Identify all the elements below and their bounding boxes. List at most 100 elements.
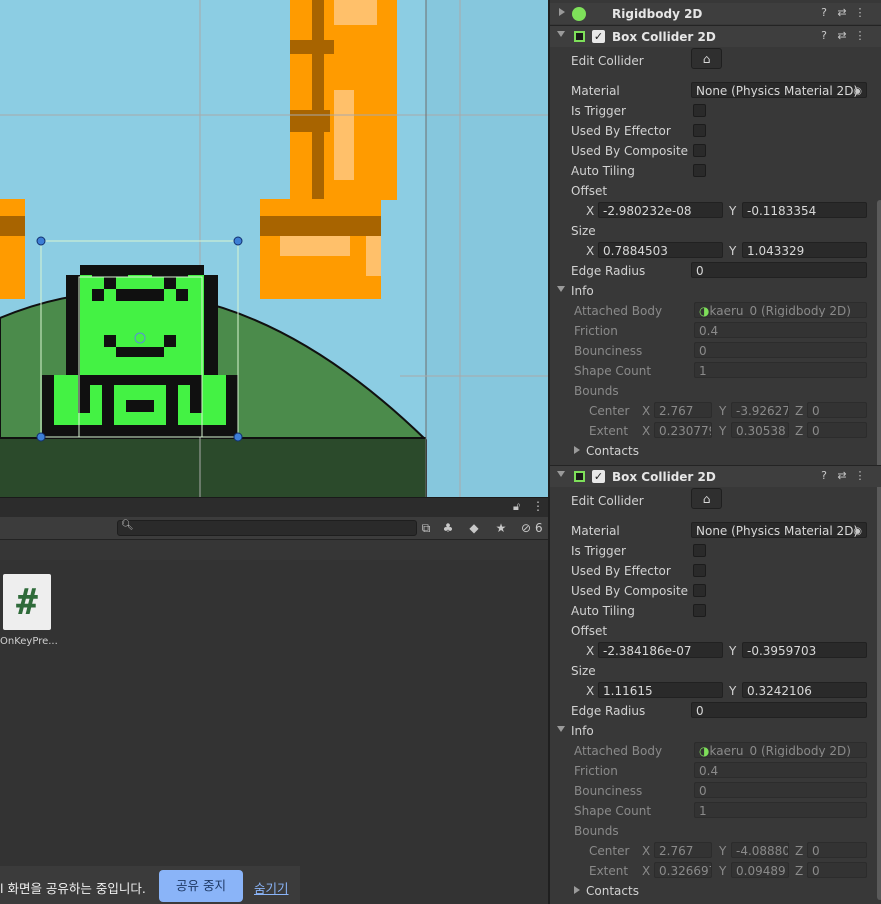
contacts-label[interactable]: Contacts <box>586 444 639 458</box>
used-by-effector-label: Used By Effector <box>571 124 671 138</box>
contacts-foldout-icon[interactable] <box>574 446 580 454</box>
used-by-effector-label: Used By Effector <box>571 564 671 578</box>
offset-y-field[interactable]: -0.3959703 <box>742 642 867 658</box>
presets-icon[interactable]: ⇄ <box>835 29 849 42</box>
is-trigger-label: Is Trigger <box>571 104 626 118</box>
bounds-label: Bounds <box>574 824 619 838</box>
hidden-packages-icon[interactable]: ⊘ <box>518 520 534 536</box>
extent-row: Extent X 0.230779 Y 0.30538 Z0 <box>550 421 881 441</box>
info-foldout-icon[interactable] <box>557 286 565 292</box>
is-trigger-checkbox[interactable] <box>693 104 706 117</box>
edge-radius-field[interactable]: 0 <box>691 702 867 718</box>
kebab-menu-icon[interactable]: ⋮ <box>853 469 867 482</box>
scene-search-icon[interactable]: ⧉ <box>418 520 434 536</box>
stop-sharing-button[interactable]: 공유 중지 <box>159 870 243 902</box>
size-x-field[interactable]: 1.11615 <box>598 682 723 698</box>
used-by-effector-checkbox[interactable] <box>693 124 706 137</box>
is-trigger-checkbox[interactable] <box>693 544 706 557</box>
foldout-expanded-icon[interactable] <box>557 471 565 477</box>
presets-icon[interactable]: ⇄ <box>835 469 849 482</box>
object-picker-icon[interactable]: ◉ <box>853 84 862 97</box>
search-icon: 🔍︎ <box>121 520 134 531</box>
size-label: Size <box>571 224 596 238</box>
axis-x-label: X <box>586 684 595 698</box>
used-by-composite-checkbox[interactable] <box>693 584 706 597</box>
auto-tiling-row: Auto Tiling <box>550 601 881 621</box>
edit-collider-label: Edit Collider <box>571 494 644 508</box>
help-icon[interactable]: ? <box>817 6 831 19</box>
auto-tiling-checkbox[interactable] <box>693 604 706 617</box>
foldout-collapsed-icon[interactable] <box>559 8 565 16</box>
info-label[interactable]: Info <box>571 284 594 298</box>
axis-x-label: X <box>642 844 651 858</box>
search-input[interactable]: 🔍︎ <box>117 520 417 536</box>
enabled-checkbox[interactable]: ✓ <box>592 30 605 43</box>
material-label: Material <box>571 524 620 538</box>
size-y-field[interactable]: 0.3242106 <box>742 682 867 698</box>
contacts-foldout-icon[interactable] <box>574 886 580 894</box>
axis-y-label: Y <box>719 864 727 878</box>
offset-row: X -2.980232e-08 Y -0.1183354 <box>550 201 881 221</box>
edit-collider-button[interactable]: ⌂ <box>691 48 722 69</box>
used-by-composite-checkbox[interactable] <box>693 144 706 157</box>
rigidbody-2d-header[interactable]: Rigidbody 2D ? ⇄ ⋮ <box>550 3 881 24</box>
box-collider-2d-header[interactable]: ✓ Box Collider 2D ? ⇄ ⋮ <box>550 465 881 487</box>
contacts-label[interactable]: Contacts <box>586 884 639 898</box>
extent-x-field: 0.230779 <box>654 422 712 438</box>
hide-link[interactable]: 숨기기 <box>254 878 289 897</box>
offset-y-field[interactable]: -0.1183354 <box>742 202 867 218</box>
center-y-field: -3.92627 <box>731 402 789 418</box>
kebab-menu-icon[interactable]: ⋮ <box>853 6 867 19</box>
material-field[interactable]: None (Physics Material 2D) ◉ <box>691 522 867 538</box>
info-label[interactable]: Info <box>571 724 594 738</box>
kebab-menu-icon[interactable]: ⋮ <box>853 29 867 42</box>
kebab-menu-icon[interactable]: ⋮ <box>532 499 544 513</box>
label-filter-icon[interactable]: ◆ <box>466 520 482 536</box>
pipe-block-left <box>0 199 25 299</box>
size-label: Size <box>571 664 596 678</box>
enabled-checkbox[interactable]: ✓ <box>592 470 605 483</box>
extent-label: Extent <box>589 864 629 878</box>
presets-icon[interactable]: ⇄ <box>835 6 849 19</box>
rigidbody-icon: ◑ <box>699 304 710 318</box>
edge-radius-field[interactable]: 0 <box>691 262 867 278</box>
edit-collider-button[interactable]: ⌂ <box>691 488 722 509</box>
extent-label: Extent <box>589 424 629 438</box>
material-field[interactable]: None (Physics Material 2D) ◉ <box>691 82 867 98</box>
attached-body-row: Attached Body ◑kaeru_0 (Rigidbody 2D) <box>550 741 881 761</box>
offset-x-field[interactable]: -2.980232e-08 <box>598 202 723 218</box>
info-row: Info <box>550 281 881 301</box>
frog-sprite <box>42 265 238 437</box>
asset-label[interactable]: OnKeyPre... <box>0 636 60 647</box>
extent-row: Extent X 0.326697 Y 0.09489 Z0 <box>550 861 881 881</box>
offset-x-field[interactable]: -2.384186e-07 <box>598 642 723 658</box>
csharp-script-icon[interactable]: # <box>3 574 51 630</box>
bounciness-label: Bounciness <box>574 784 643 798</box>
filter-type-icon[interactable]: ♣ <box>440 520 456 536</box>
info-foldout-icon[interactable] <box>557 726 565 732</box>
favorite-star-icon[interactable]: ★ <box>493 520 509 536</box>
auto-tiling-label: Auto Tiling <box>571 164 635 178</box>
share-message: l 화면을 공유하는 중입니다. <box>0 881 146 896</box>
axis-x-label: X <box>586 644 595 658</box>
lock-icon[interactable]: 🔓︎ <box>513 500 520 514</box>
size-row: X 1.11615 Y 0.3242106 <box>550 681 881 701</box>
scene-view[interactable] <box>0 0 548 497</box>
size-x-field[interactable]: 0.7884503 <box>598 242 723 258</box>
axis-x-label: X <box>586 244 595 258</box>
foldout-expanded-icon[interactable] <box>557 31 565 37</box>
axis-y-label: Y <box>729 204 737 218</box>
help-icon[interactable]: ? <box>817 29 831 42</box>
bounciness-label: Bounciness <box>574 344 643 358</box>
axis-z-label: Z <box>795 844 804 858</box>
attached-body-field: ◑kaeru_0 (Rigidbody 2D) <box>694 302 867 318</box>
project-panel-header: 🔓︎ ⋮ <box>0 497 548 518</box>
used-by-effector-checkbox[interactable] <box>693 564 706 577</box>
offset-label: Offset <box>571 624 608 638</box>
help-icon[interactable]: ? <box>817 469 831 482</box>
object-picker-icon[interactable]: ◉ <box>853 524 862 537</box>
box-collider-2d-header[interactable]: ✓ Box Collider 2D ? ⇄ ⋮ <box>550 25 881 47</box>
size-y-field[interactable]: 1.043329 <box>742 242 867 258</box>
auto-tiling-checkbox[interactable] <box>693 164 706 177</box>
friction-field: 0.4 <box>694 322 867 338</box>
